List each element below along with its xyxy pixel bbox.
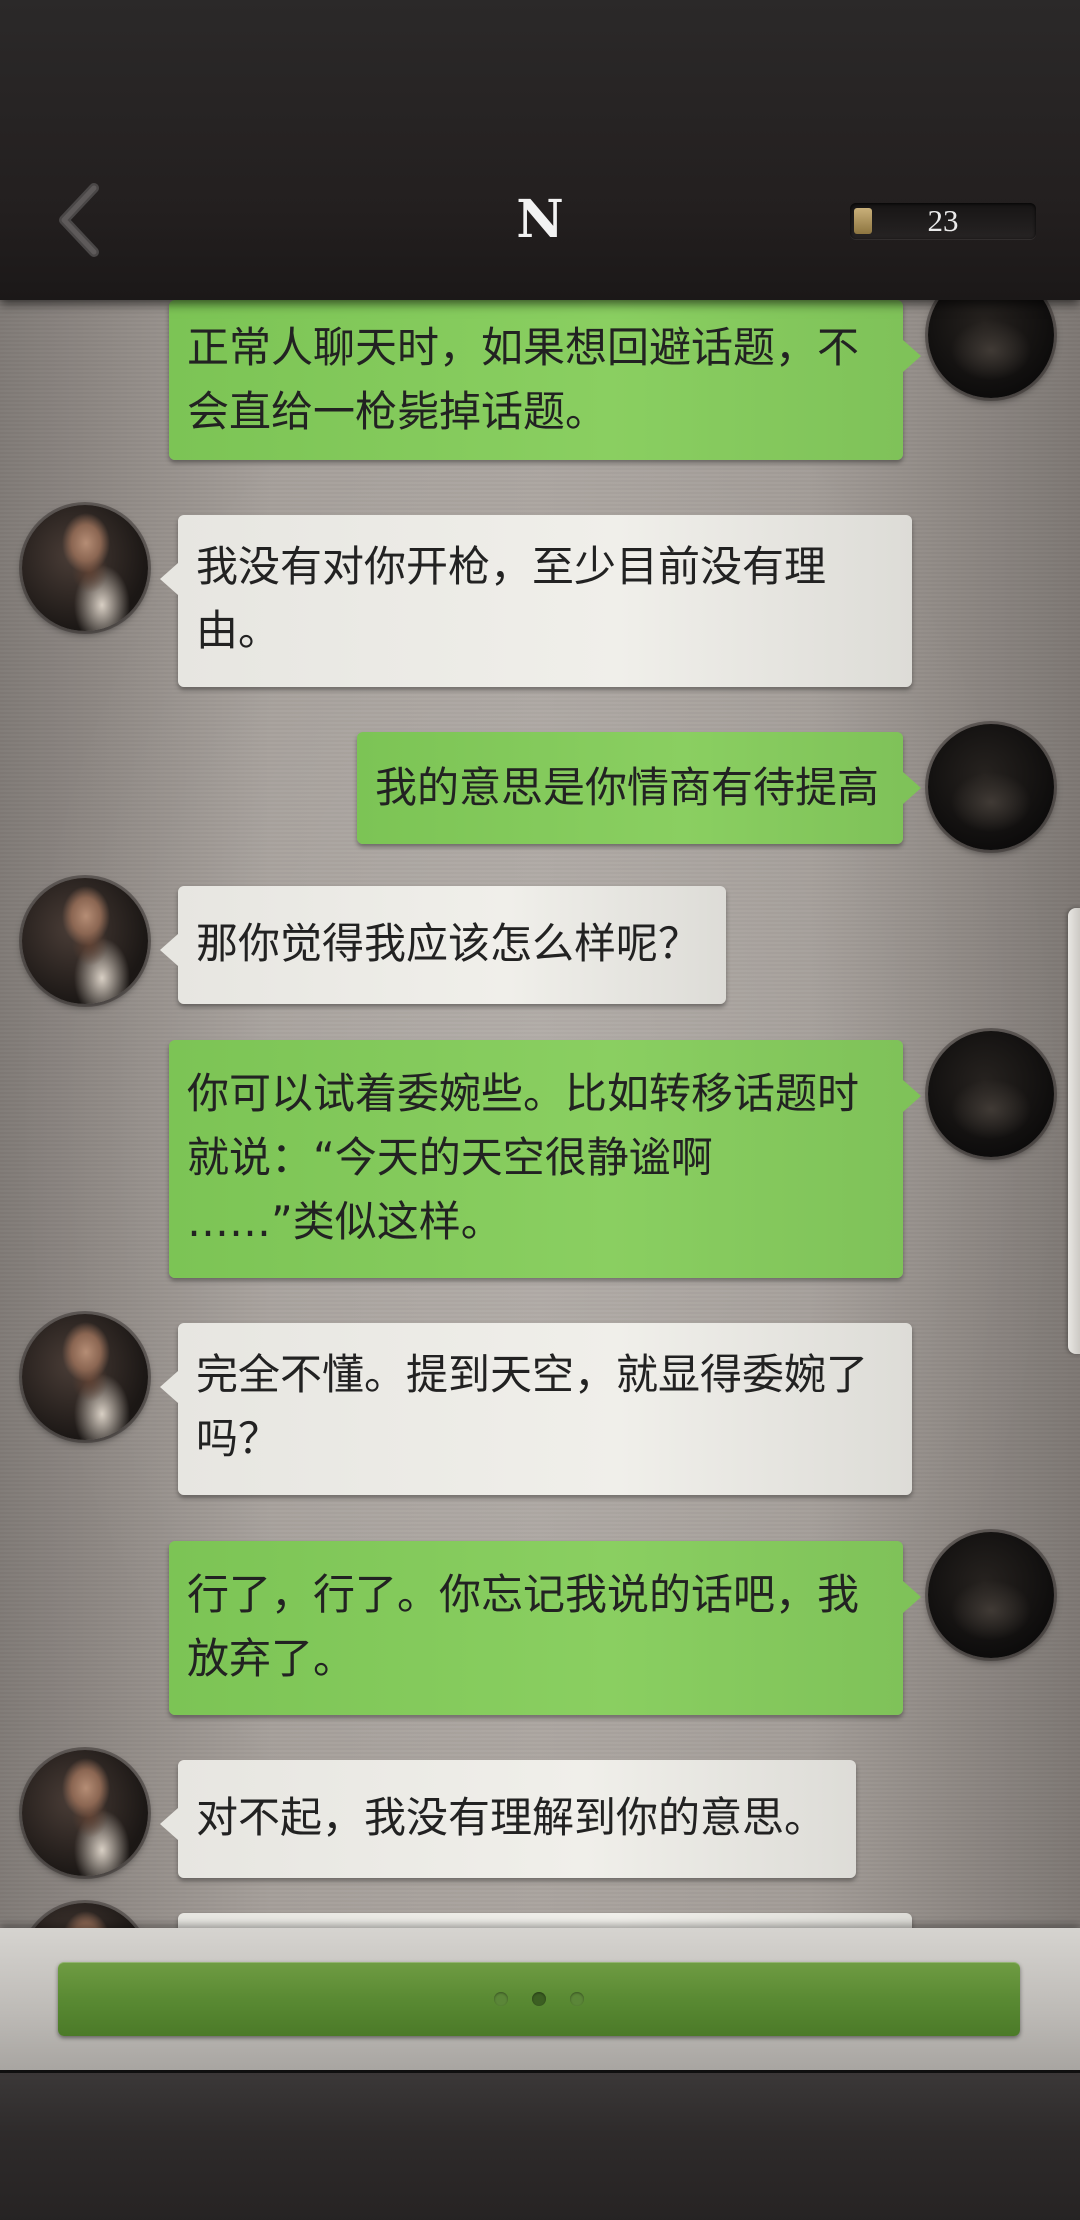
progress-counter: 23 [850,203,1036,239]
message-row: 对不起，我没有理解到你的意思。 [0,1750,1080,1890]
message-row: 完全不懂。提到天空，就显得委婉了 吗？ [0,1314,1080,1504]
message-text: 我没有对你开枪，至少目前没有理 由。 [196,542,827,655]
contact-avatar[interactable] [22,505,148,631]
message-row: 正常人聊天时，如果想回避话题，不 会直给一枪毙掉话题。 [0,300,1080,472]
typing-indicator [58,1992,1020,2006]
incoming-message-bubble[interactable] [178,1913,912,1928]
scrollbar-handle[interactable] [1068,908,1080,1354]
message-text: 完全不懂。提到天空，就显得委婉了 吗？ [196,1350,869,1463]
message-row: 你可以试着委婉些。比如转移话题时 就说：“今天的天空很静谧啊 ……”类似这样。 [0,1031,1080,1281]
continue-button[interactable] [58,1962,1020,2036]
incoming-message-bubble[interactable]: 完全不懂。提到天空，就显得委婉了 吗？ [160,1323,912,1495]
bottom-panel [0,1928,1080,2070]
user-avatar[interactable] [928,300,1054,398]
user-avatar[interactable] [928,1031,1054,1157]
outgoing-message-bubble[interactable]: 我的意思是你情商有待提高 [357,732,921,844]
message-row [0,1903,1080,1928]
contact-avatar[interactable] [22,1903,148,1928]
outgoing-message-bubble[interactable]: 正常人聊天时，如果想回避话题，不 会直给一枪毙掉话题。 [169,300,921,460]
user-avatar[interactable] [928,1532,1054,1658]
message-text: 我的意思是你情商有待提高 [375,763,880,812]
incoming-message-bubble[interactable]: 那你觉得我应该怎么样呢？ [160,886,726,1004]
message-row: 那你觉得我应该怎么样呢？ [0,878,1080,1018]
chat-area[interactable]: 正常人聊天时，如果想回避话题，不 会直给一枪毙掉话题。 我没有对你开枪，至少目前… [0,300,1080,1928]
bottom-bar [0,2070,1080,2220]
message-text: 你可以试着委婉些。比如转移话题时 就说：“今天的天空很静谧啊 ……”类似这样。 [187,1069,860,1246]
typing-dot [532,1992,546,2006]
message-row: 行了，行了。你忘记我说的话吧，我 放弃了。 [0,1532,1080,1722]
message-row: 我没有对你开枪，至少目前没有理 由。 [0,505,1080,687]
message-text: 行了，行了。你忘记我说的话吧，我 放弃了。 [187,1570,860,1683]
typing-dot [570,1992,584,2006]
typing-dot [494,1992,508,2006]
contact-avatar[interactable] [22,1314,148,1440]
counter-value: 23 [927,203,959,238]
contact-avatar[interactable] [22,1750,148,1876]
message-text: 对不起，我没有理解到你的意思。 [196,1793,827,1842]
incoming-message-bubble[interactable]: 对不起，我没有理解到你的意思。 [160,1760,856,1878]
message-row: 我的意思是你情商有待提高 [0,722,1080,862]
outgoing-message-bubble[interactable]: 行了，行了。你忘记我说的话吧，我 放弃了。 [169,1541,921,1715]
top-bar: N 23 [0,0,1080,300]
incoming-message-bubble[interactable]: 我没有对你开枪，至少目前没有理 由。 [160,515,912,687]
outgoing-message-bubble[interactable]: 你可以试着委婉些。比如转移话题时 就说：“今天的天空很静谧啊 ……”类似这样。 [169,1040,921,1278]
contact-avatar[interactable] [22,878,148,1004]
user-avatar[interactable] [928,724,1054,850]
message-text: 正常人聊天时，如果想回避话题，不 会直给一枪毙掉话题。 [187,323,860,436]
message-text: 那你觉得我应该怎么样呢？ [196,919,701,968]
